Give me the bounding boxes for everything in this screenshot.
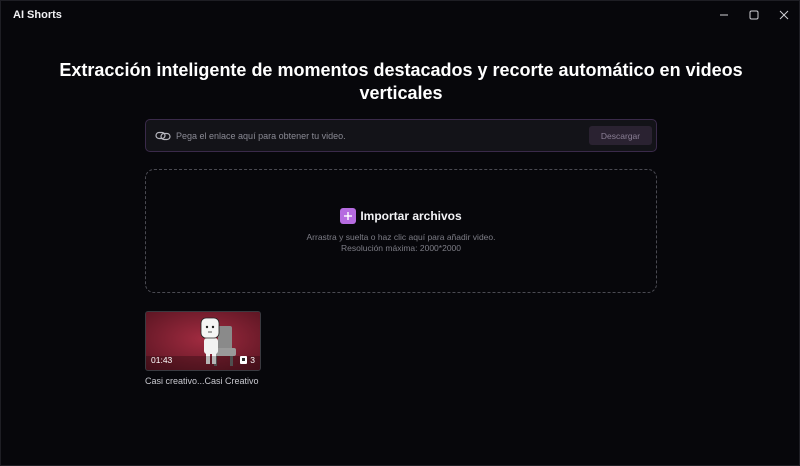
- video-duration: 01:43: [151, 355, 173, 365]
- import-dropzone[interactable]: Importar archivos Arrastra y suelta o ha…: [145, 169, 657, 293]
- clip-count: 3: [250, 355, 255, 365]
- minimize-button[interactable]: [709, 1, 739, 29]
- close-icon: [779, 10, 789, 20]
- dropzone-max-resolution: Resolución máxima: 2000*2000: [340, 243, 462, 253]
- app-title: AI Shorts: [13, 9, 62, 21]
- url-input[interactable]: [176, 126, 606, 146]
- plus-icon: [340, 208, 357, 224]
- maximize-button[interactable]: [739, 1, 769, 29]
- url-bar: Descargar: [145, 119, 657, 152]
- app-window: AI Shorts Extracción inteligente de mome…: [0, 0, 800, 466]
- minimize-icon: [720, 14, 728, 16]
- video-card[interactable]: 01:43 3 Casi creativo...Casi Creativo: [145, 311, 261, 386]
- clip-count-badge: 3: [240, 355, 255, 365]
- close-button[interactable]: [769, 1, 799, 29]
- video-title: Casi creativo...Casi Creativo: [145, 376, 259, 386]
- import-files-label: Importar archivos: [360, 209, 462, 223]
- page-headline: Extracción inteligente de momentos desta…: [59, 60, 743, 103]
- download-button[interactable]: Descargar: [589, 126, 652, 145]
- video-thumbnail[interactable]: 01:43 3: [145, 311, 261, 371]
- import-row: Importar archivos: [146, 208, 656, 224]
- title-bar: AI Shorts: [1, 1, 799, 29]
- maximize-icon: [749, 10, 759, 20]
- link-icon: [155, 131, 171, 141]
- clip-icon: [240, 356, 248, 364]
- window-controls: [709, 1, 799, 29]
- dropzone-hint: Arrastra y suelta o haz clic aquí para a…: [306, 232, 496, 242]
